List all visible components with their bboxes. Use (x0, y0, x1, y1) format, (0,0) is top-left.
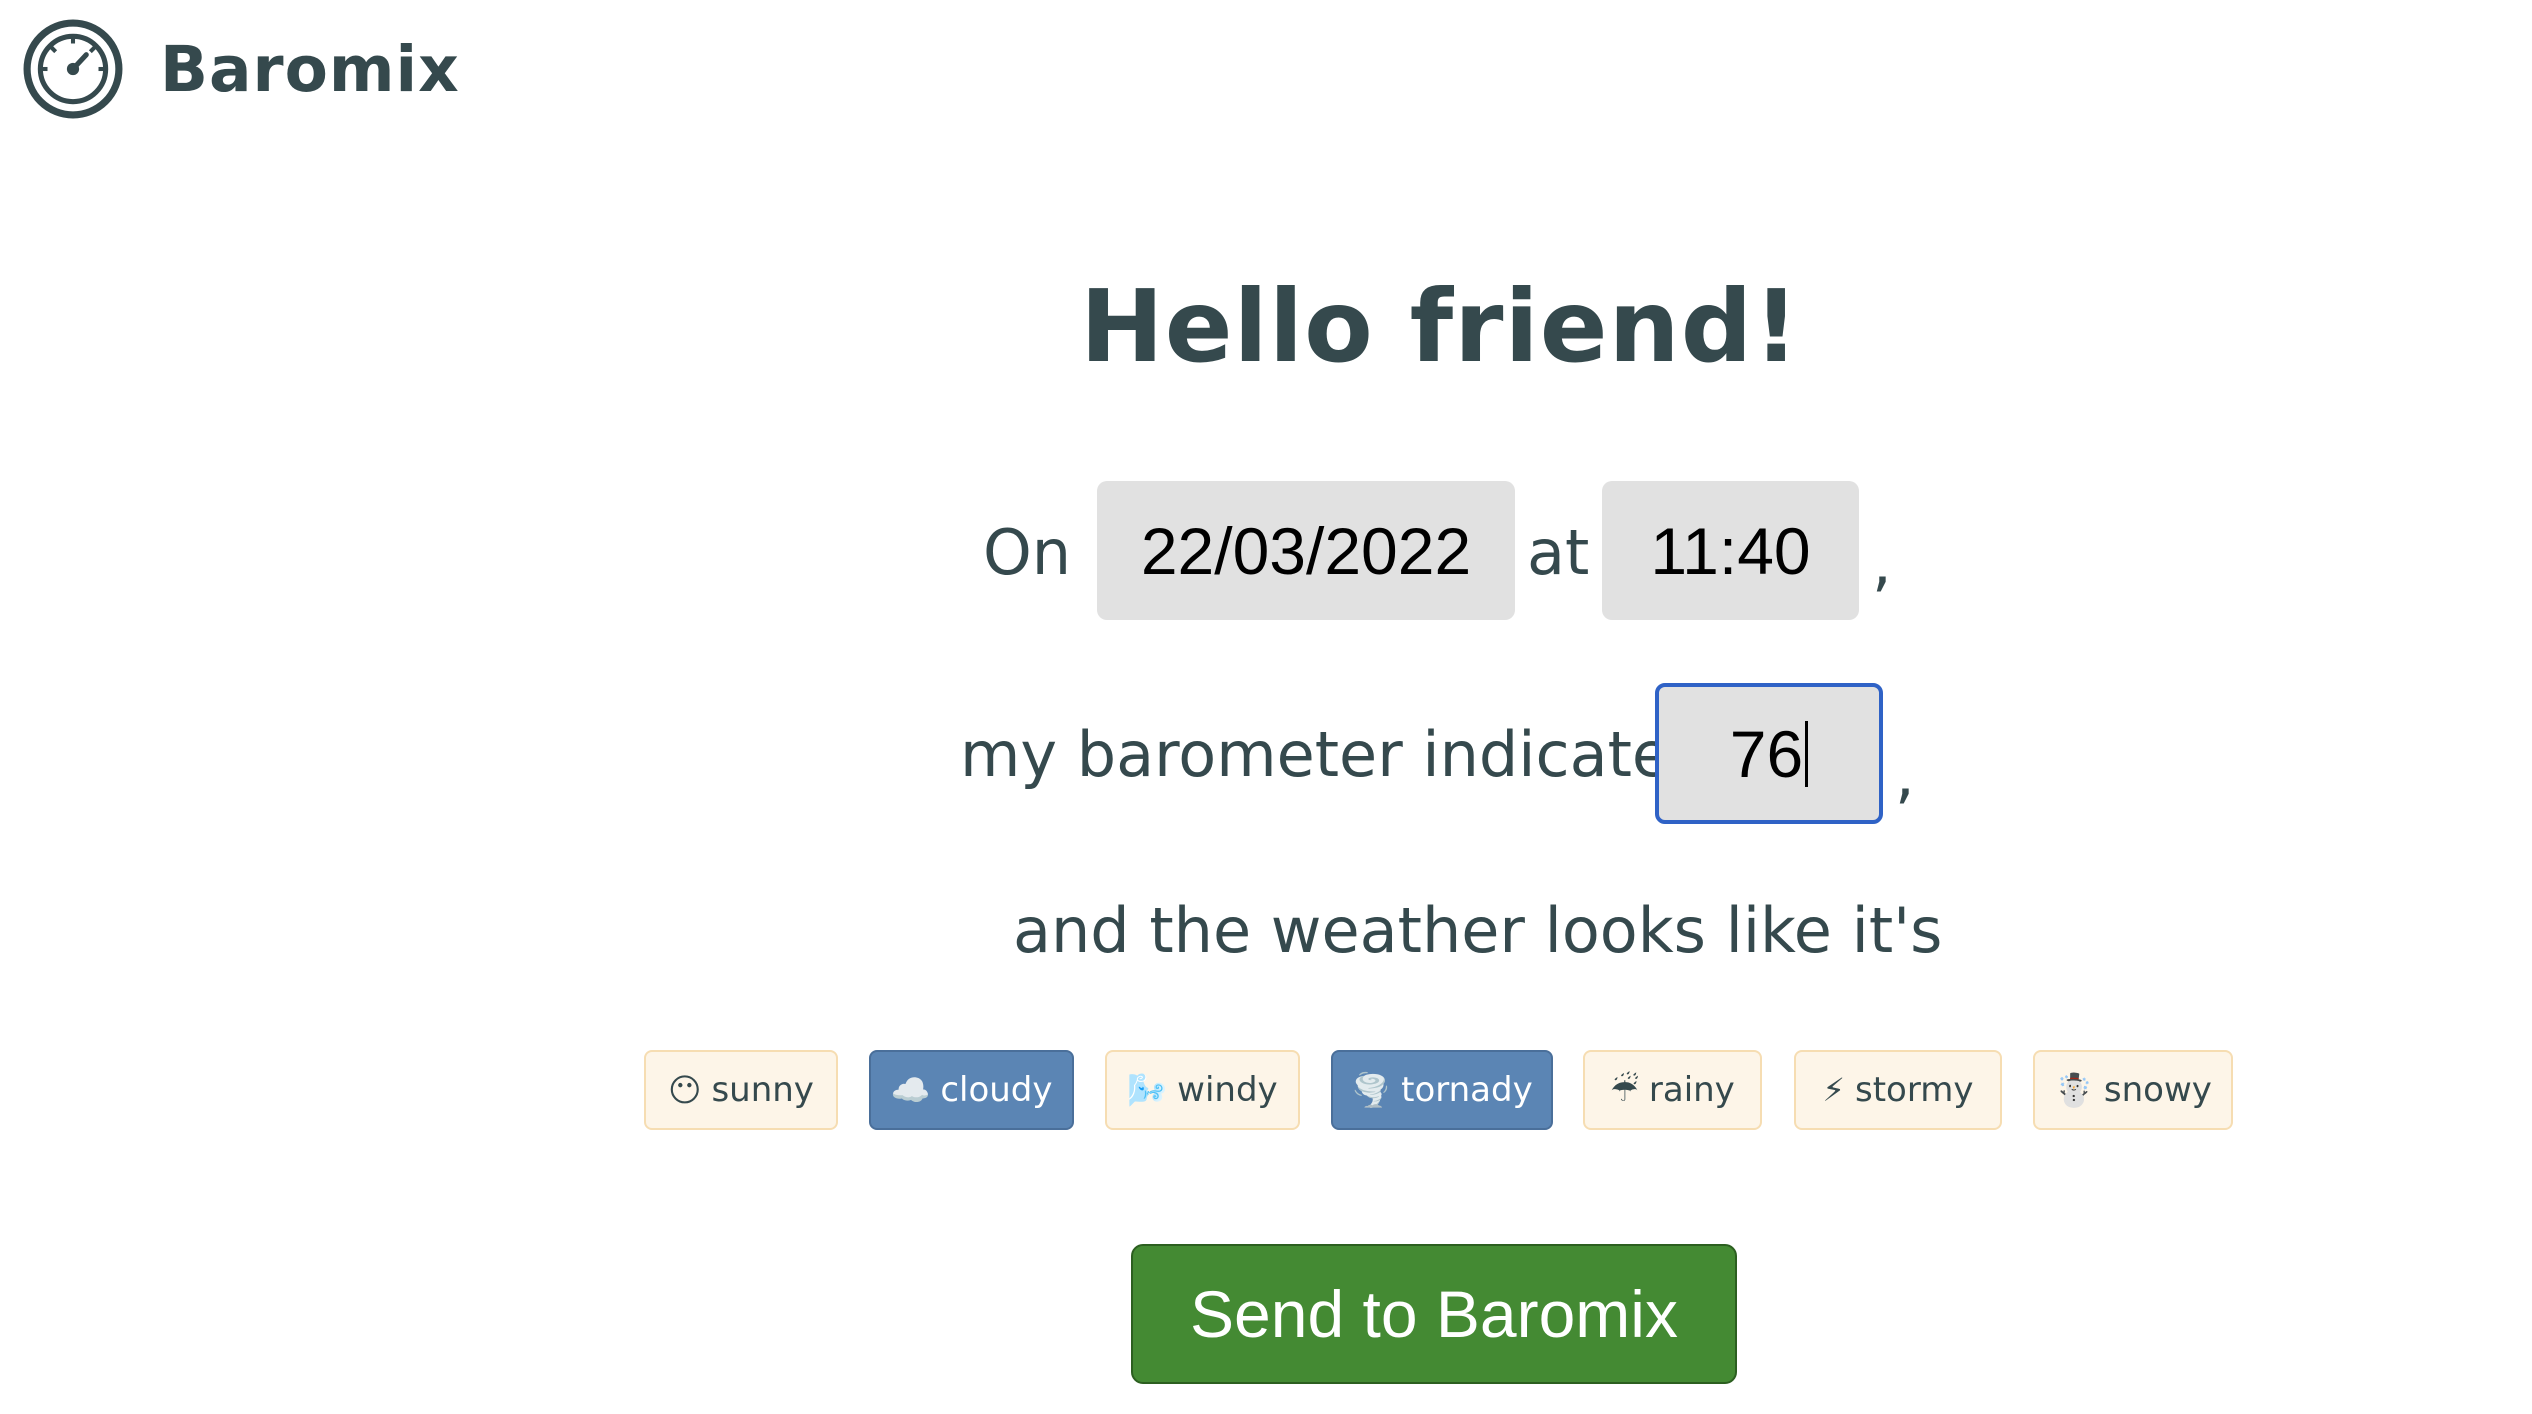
weather-tag-snowy[interactable]: ☃️ snowy (2033, 1050, 2233, 1130)
wind-icon: 🌬️ (1127, 1071, 1168, 1109)
weather-tag-label: tornady (1401, 1070, 1533, 1110)
weather-tag-label: snowy (2103, 1070, 2212, 1110)
time-input[interactable] (1602, 481, 1859, 620)
on-label: On (983, 516, 1072, 589)
sunny-emoji-icon: 😶 (668, 1071, 702, 1109)
weather-tag-cloudy[interactable]: ☁️ cloudy (869, 1050, 1074, 1130)
pressure-input[interactable]: 76 (1655, 683, 1883, 824)
weather-tag-windy[interactable]: 🌬️ windy (1105, 1050, 1300, 1130)
weather-tag-label: sunny (711, 1070, 814, 1110)
lightning-icon: ⚡ (1822, 1071, 1845, 1109)
tornado-icon: 🌪️ (1351, 1071, 1392, 1109)
barometer-label: my barometer indicates (960, 718, 1703, 791)
pressure-value: 76 (1729, 716, 1804, 791)
entry-form: Hello friend! On at , my barometer indic… (0, 0, 2532, 1414)
cloud-icon: ☁️ (890, 1071, 931, 1109)
snowman-icon: ☃️ (2054, 1071, 2094, 1109)
weather-tag-label: windy (1177, 1070, 1278, 1110)
umbrella-rain-icon: ☔ (1610, 1071, 1639, 1109)
weather-tag-sunny[interactable]: 😶 sunny (644, 1050, 838, 1130)
page-title: Hello friend! (1080, 268, 1800, 385)
weather-tag-rainy[interactable]: ☔ rainy (1583, 1050, 1762, 1130)
send-button[interactable]: Send to Baromix (1131, 1244, 1737, 1384)
weather-tag-label: cloudy (940, 1070, 1053, 1110)
weather-tag-label: stormy (1855, 1070, 1974, 1110)
weather-tag-tornady[interactable]: 🌪️ tornady (1331, 1050, 1553, 1130)
weather-tag-label: rainy (1648, 1070, 1735, 1110)
date-input[interactable] (1097, 481, 1515, 620)
comma-label-2: , (1895, 738, 1915, 811)
weather-label: and the weather looks like it's (1013, 894, 1943, 967)
weather-tag-stormy[interactable]: ⚡ stormy (1794, 1050, 2002, 1130)
at-label: at (1527, 516, 1590, 589)
comma-label: , (1872, 526, 1892, 599)
text-caret (1805, 720, 1809, 787)
